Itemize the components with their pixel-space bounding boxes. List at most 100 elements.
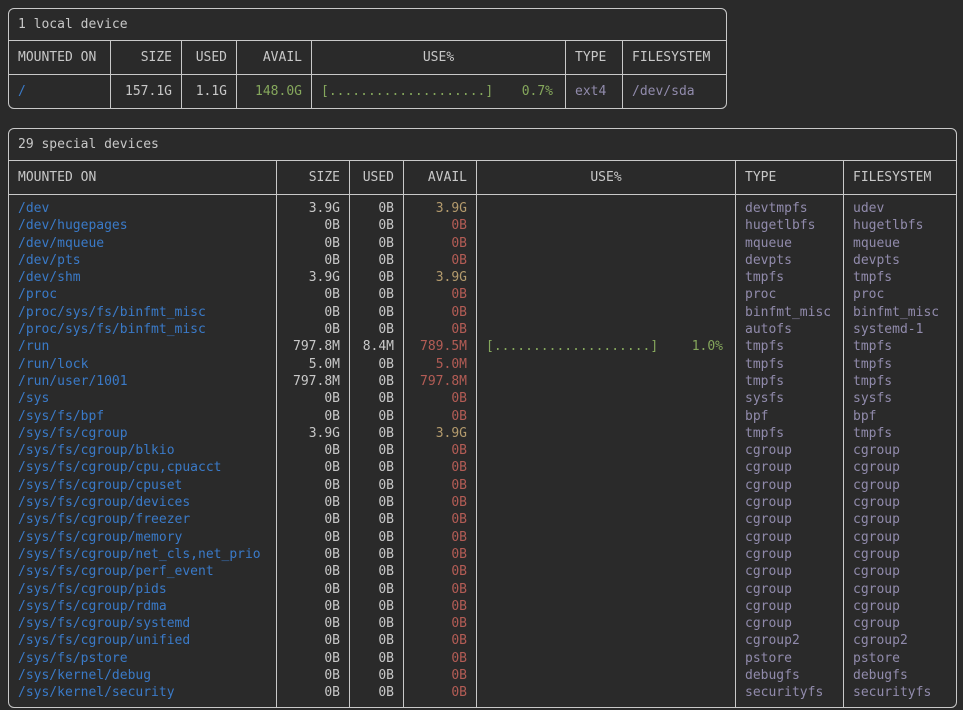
cell-filesystem: tmpfs [844, 373, 956, 390]
cell-use-percent [477, 546, 736, 563]
local-devices-table: 1 local device MOUNTED ON SIZE USED AVAI… [8, 8, 727, 109]
header-use-percent: USE% [312, 41, 566, 74]
cell-mounted-on: /sys/fs/cgroup [9, 425, 277, 442]
cell-filesystem: cgroup [844, 459, 956, 476]
table-row: /dev 3.9G 0B 3.9G devtmpfs udev [9, 200, 956, 217]
cell-size: 797.8M [277, 338, 350, 355]
cell-used: 0B [350, 217, 404, 234]
cell-avail: 0B [404, 390, 477, 407]
cell-avail: 3.9G [404, 200, 477, 217]
cell-size: 0B [277, 459, 350, 476]
cell-type: cgroup [736, 477, 844, 494]
cell-avail: 0B [404, 632, 477, 649]
cell-size: 0B [277, 581, 350, 598]
cell-mounted-on: /dev [9, 200, 277, 217]
header-use-percent: USE% [477, 161, 736, 194]
cell-size: 0B [277, 494, 350, 511]
cell-size: 0B [277, 684, 350, 701]
cell-use-percent [477, 650, 736, 667]
cell-mounted-on: /sys/fs/cgroup/net_cls,net_prio [9, 546, 277, 563]
cell-size: 0B [277, 615, 350, 632]
table-row: /sys/kernel/security 0B 0B 0B securityfs… [9, 684, 956, 701]
cell-avail: 0B [404, 563, 477, 580]
cell-avail: 0B [404, 286, 477, 303]
table-row: /run/user/1001 797.8M 0B 797.8M tmpfs tm… [9, 373, 956, 390]
cell-avail: 0B [404, 511, 477, 528]
cell-use-percent [477, 408, 736, 425]
table-row: /sys/fs/cgroup/blkio 0B 0B 0B cgroup cgr… [9, 442, 956, 459]
cell-type: cgroup [736, 494, 844, 511]
cell-use-percent [477, 563, 736, 580]
cell-used: 0B [350, 200, 404, 217]
cell-filesystem: systemd-1 [844, 321, 956, 338]
cell-avail: 0B [404, 252, 477, 269]
cell-use-percent [477, 356, 736, 373]
cell-size: 797.8M [277, 373, 350, 390]
cell-use-percent [477, 477, 736, 494]
cell-avail: 0B [404, 615, 477, 632]
cell-used: 0B [350, 581, 404, 598]
cell-filesystem: cgroup [844, 598, 956, 615]
cell-size: 0B [277, 321, 350, 338]
cell-used: 0B [350, 408, 404, 425]
cell-size: 0B [277, 546, 350, 563]
cell-type: tmpfs [736, 373, 844, 390]
cell-avail: 0B [404, 321, 477, 338]
header-used: USED [182, 41, 237, 74]
cell-used: 0B [350, 321, 404, 338]
cell-avail: 0B [404, 650, 477, 667]
cell-use-percent [477, 425, 736, 442]
cell-filesystem: cgroup [844, 581, 956, 598]
cell-use-percent [477, 442, 736, 459]
table-row: /sys/fs/cgroup/freezer 0B 0B 0B cgroup c… [9, 511, 956, 528]
usage-percent: 1.0% [692, 338, 723, 355]
cell-size: 0B [277, 217, 350, 234]
cell-mounted-on: /dev/mqueue [9, 235, 277, 252]
cell-mounted-on: /sys/fs/cgroup/cpu,cpuacct [9, 459, 277, 476]
cell-used: 0B [350, 459, 404, 476]
special-devices-header: MOUNTED ON SIZE USED AVAIL USE% TYPE FIL… [9, 161, 956, 195]
cell-filesystem: debugfs [844, 667, 956, 684]
table-row: /proc/sys/fs/binfmt_misc 0B 0B 0B autofs… [9, 321, 956, 338]
cell-filesystem: sysfs [844, 390, 956, 407]
cell-avail: 0B [404, 667, 477, 684]
local-devices-title: 1 local device [9, 9, 726, 41]
cell-mounted-on: /proc/sys/fs/binfmt_misc [9, 321, 277, 338]
cell-filesystem: tmpfs [844, 356, 956, 373]
table-row: / 157.1G 1.1G 148.0G [..................… [9, 75, 726, 108]
table-row: /sys/fs/cgroup/memory 0B 0B 0B cgroup cg… [9, 529, 956, 546]
cell-size: 3.9G [277, 200, 350, 217]
cell-mounted-on: /sys/fs/cgroup/freezer [9, 511, 277, 528]
table-row: /sys/fs/cgroup/pids 0B 0B 0B cgroup cgro… [9, 581, 956, 598]
cell-type: tmpfs [736, 338, 844, 355]
cell-use-percent [477, 581, 736, 598]
header-filesystem: FILESYSTEM [844, 161, 956, 194]
cell-mounted-on: /sys [9, 390, 277, 407]
cell-mounted-on: /sys/kernel/debug [9, 667, 277, 684]
cell-used: 0B [350, 442, 404, 459]
cell-type: cgroup [736, 442, 844, 459]
table-row: /sys/fs/bpf 0B 0B 0B bpf bpf [9, 408, 956, 425]
table-row: /dev/hugepages 0B 0B 0B hugetlbfs hugetl… [9, 217, 956, 234]
cell-mounted-on: /sys/fs/cgroup/memory [9, 529, 277, 546]
cell-type: cgroup [736, 511, 844, 528]
header-type: TYPE [566, 41, 623, 74]
cell-type: devtmpfs [736, 200, 844, 217]
cell-type: pstore [736, 650, 844, 667]
cell-size: 0B [277, 390, 350, 407]
cell-use-percent [477, 217, 736, 234]
table-row: /sys/fs/cgroup/rdma 0B 0B 0B cgroup cgro… [9, 598, 956, 615]
cell-size: 157.1G [111, 75, 182, 108]
cell-filesystem: devpts [844, 252, 956, 269]
cell-filesystem: tmpfs [844, 338, 956, 355]
header-size: SIZE [277, 161, 350, 194]
cell-type: proc [736, 286, 844, 303]
cell-used: 0B [350, 252, 404, 269]
cell-type: binfmt_misc [736, 304, 844, 321]
cell-filesystem: cgroup2 [844, 632, 956, 649]
table-row: /run 797.8M 8.4M 789.5M [...............… [9, 338, 956, 355]
cell-filesystem: cgroup [844, 529, 956, 546]
local-devices-header: MOUNTED ON SIZE USED AVAIL USE% TYPE FIL… [9, 41, 726, 75]
cell-filesystem: cgroup [844, 511, 956, 528]
cell-type: cgroup [736, 546, 844, 563]
